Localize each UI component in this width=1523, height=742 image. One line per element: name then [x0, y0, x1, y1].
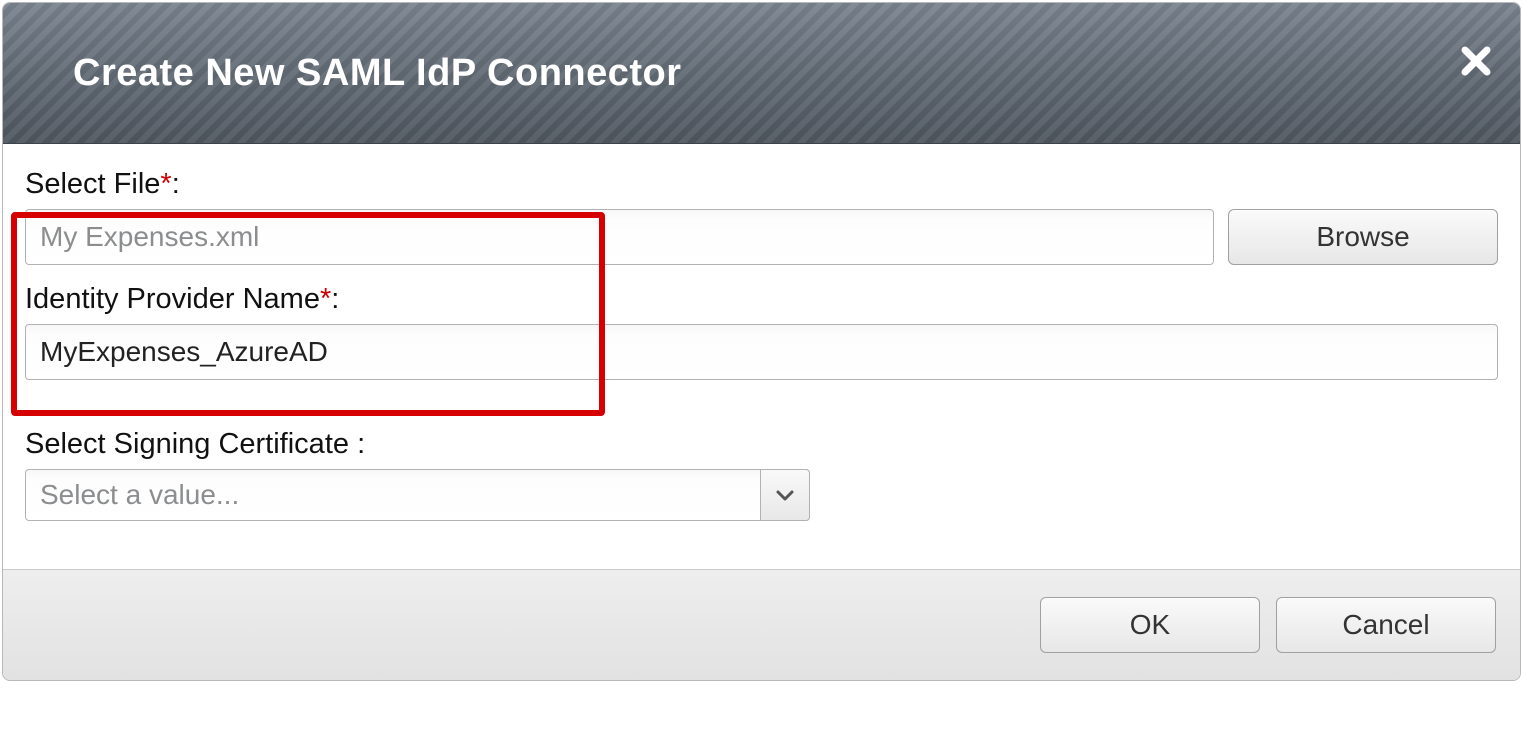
required-marker: *: [160, 168, 171, 200]
colon: :: [357, 428, 365, 460]
idp-name-input[interactable]: [25, 324, 1498, 380]
ok-button[interactable]: OK: [1040, 597, 1260, 653]
close-button[interactable]: [1460, 45, 1492, 77]
colon: :: [331, 283, 339, 315]
select-file-input[interactable]: [25, 209, 1214, 265]
close-icon: [1460, 45, 1492, 77]
dialog-body: Select File*: Browse Identity Provider N…: [3, 144, 1520, 569]
idp-name-label: Identity Provider Name*:: [25, 283, 1498, 316]
dialog-create-saml-idp: Create New SAML IdP Connector Select Fil…: [2, 2, 1521, 681]
signing-cert-label: Select Signing Certificate :: [25, 428, 1498, 461]
dialog-title: Create New SAML IdP Connector: [73, 52, 682, 95]
select-file-label-text: Select File: [25, 168, 160, 200]
signing-cert-label-text: Select Signing Certificate: [25, 428, 349, 460]
idp-name-label-text: Identity Provider Name: [25, 283, 320, 315]
chevron-down-icon: [760, 469, 810, 521]
browse-button[interactable]: Browse: [1228, 209, 1498, 265]
cancel-button[interactable]: Cancel: [1276, 597, 1496, 653]
required-marker: *: [320, 283, 331, 315]
signing-cert-select[interactable]: Select a value...: [25, 469, 810, 521]
dialog-footer: OK Cancel: [3, 569, 1520, 680]
select-file-label: Select File*:: [25, 168, 1498, 201]
dialog-header: Create New SAML IdP Connector: [3, 3, 1520, 144]
signing-cert-value: Select a value...: [25, 469, 810, 521]
colon: :: [172, 168, 180, 200]
